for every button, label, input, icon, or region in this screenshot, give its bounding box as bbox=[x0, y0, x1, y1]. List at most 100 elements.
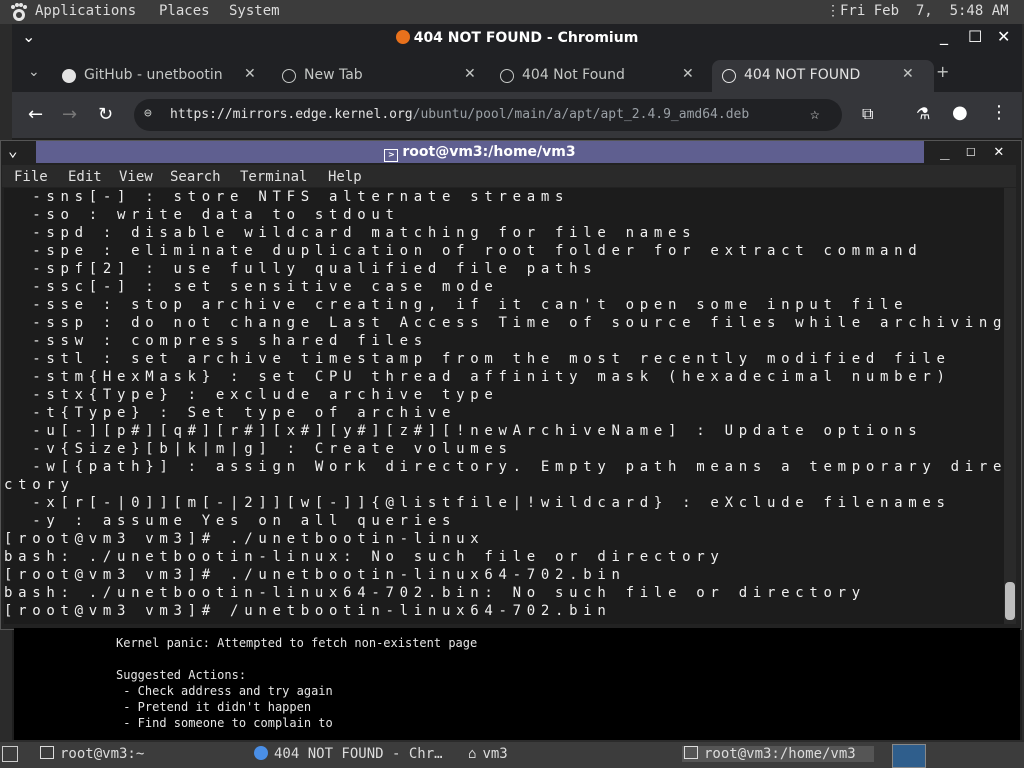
suggested-action: - Check address and try again bbox=[116, 684, 333, 698]
suggested-actions-title: Suggested Actions: bbox=[116, 668, 247, 682]
gnome-foot-icon[interactable] bbox=[8, 2, 28, 22]
url-path: /ubuntu/pool/main/a/apt/apt_2.4.9_amd64.… bbox=[412, 107, 750, 122]
taskbar-item-terminal-root[interactable]: root@vm3:~ bbox=[40, 746, 144, 762]
tab-new-tab[interactable]: New Tab ✕ bbox=[270, 60, 480, 92]
bottom-taskbar: root@vm3:~ 404 NOT FOUND - Chr… ⌂ vm3 roo… bbox=[0, 742, 1024, 768]
terminal-scrollbar-thumb[interactable] bbox=[1005, 582, 1015, 620]
home-folder-icon: ⌂ bbox=[468, 746, 477, 762]
tab-close-icon[interactable]: ✕ bbox=[682, 66, 694, 82]
suggested-action: - Find someone to complain to bbox=[116, 716, 333, 730]
terminal-output[interactable]: -sns[-] : store NTFS alternate streams -… bbox=[4, 188, 1004, 624]
terminal-line: -u[-][p#][q#][r#][x#][y#][z#][!newArchiv… bbox=[4, 423, 923, 439]
globe-icon bbox=[282, 69, 296, 83]
maximize-button[interactable]: ☐ bbox=[968, 27, 982, 46]
show-desktop-icon[interactable] bbox=[2, 746, 18, 762]
terminal-line: -stl : set archive timestamp from the mo… bbox=[4, 351, 951, 367]
taskbar-item-files-vm3[interactable]: ⌂ vm3 bbox=[468, 746, 508, 762]
panel-handle-icon: ⋮ bbox=[826, 3, 840, 19]
terminal-line: -stm{HexMask} : set CPU thread affinity … bbox=[4, 369, 951, 385]
terminal-line: [root@vm3 vm3]# ./unetbootin-linux64-702… bbox=[4, 567, 626, 583]
menu-system[interactable]: System bbox=[229, 3, 280, 19]
terminal-menubar: File Edit View Search Terminal Help bbox=[2, 165, 1016, 187]
terminal-line: -ssp : do not change Last Access Time of… bbox=[4, 315, 1004, 331]
terminal-menu-edit[interactable]: Edit bbox=[68, 169, 102, 185]
tab-404-not-found-active[interactable]: 404 NOT FOUND ✕ bbox=[712, 60, 934, 92]
tab-label: 404 NOT FOUND bbox=[744, 67, 861, 83]
new-tab-plus-icon[interactable]: + bbox=[936, 62, 949, 81]
terminal-menu-search[interactable]: Search bbox=[170, 169, 221, 185]
panic-message: Kernel panic: Attempted to fetch non-exi… bbox=[116, 636, 478, 650]
menu-kebab-icon[interactable]: ⋮ bbox=[990, 102, 1008, 123]
terminal-line: -sse : stop archive creating, if it can'… bbox=[4, 297, 909, 313]
menu-places[interactable]: Places bbox=[159, 3, 210, 19]
address-bar[interactable]: ⊜ https://mirrors.edge.kernel.org/ubuntu… bbox=[134, 99, 842, 131]
terminal-app-icon bbox=[40, 746, 54, 759]
terminal-line: -so : write data to stdout bbox=[4, 207, 400, 223]
tab-label: New Tab bbox=[304, 67, 363, 83]
terminal-line: -ssw : compress shared files bbox=[4, 333, 428, 349]
terminal-line: -v{Size}[b|k|m|g] : Create volumes bbox=[4, 441, 513, 457]
taskbar-label: 404 NOT FOUND - Chr… bbox=[274, 746, 443, 762]
bookmark-star-icon[interactable]: ☆ bbox=[810, 104, 820, 123]
terminal-line: -stx{Type} : exclude archive type bbox=[4, 387, 499, 403]
url-text: https://mirrors.edge.kernel.org/ubuntu/p… bbox=[170, 107, 749, 122]
terminal-menu-view[interactable]: View bbox=[119, 169, 153, 185]
page-content: Kernel panic: Attempted to fetch non-exi… bbox=[14, 628, 1020, 740]
taskbar-label: root@vm3:/home/vm3 bbox=[704, 746, 856, 762]
terminal-app-icon: > bbox=[384, 149, 399, 162]
terminal-line: [root@vm3 vm3]# /unetbootin-linux64-702.… bbox=[4, 603, 612, 619]
tab-label: GitHub - unetbootin bbox=[84, 67, 223, 83]
tab-search-chevron-icon[interactable]: ⌄ bbox=[28, 64, 40, 80]
terminal-line: -ssc[-] : set sensitive case mode bbox=[4, 279, 499, 295]
forward-arrow-icon[interactable]: → bbox=[62, 104, 77, 125]
globe-icon bbox=[722, 69, 736, 83]
terminal-menu-file[interactable]: File bbox=[14, 169, 48, 185]
taskbar-label: root@vm3:~ bbox=[60, 746, 145, 762]
chromium-logo-icon bbox=[395, 30, 410, 44]
close-button[interactable]: ✕ bbox=[997, 27, 1010, 46]
profile-icon[interactable]: ● bbox=[952, 102, 968, 123]
terminal-menu-help[interactable]: Help bbox=[328, 169, 362, 185]
minimize-button[interactable]: _ bbox=[940, 26, 948, 45]
terminal-line: -spf[2] : use fully qualified file paths bbox=[4, 261, 598, 277]
clock[interactable]: Fri Feb 7, 5:48 AM bbox=[840, 3, 1009, 19]
terminal-line: bash: ./unetbootin-linux64-702.bin: No s… bbox=[4, 585, 866, 601]
url-host: https://mirrors.edge.kernel.org bbox=[170, 107, 413, 122]
site-info-icon[interactable]: ⊜ bbox=[144, 106, 152, 121]
menu-applications[interactable]: Applications bbox=[35, 3, 136, 19]
terminal-line: [root@vm3 vm3]# ./unetbootin-linux bbox=[4, 531, 485, 547]
labs-flask-icon[interactable]: ⚗ bbox=[916, 104, 930, 123]
reload-icon[interactable]: ↻ bbox=[98, 104, 113, 125]
terminal-line: -sns[-] : store NTFS alternate streams bbox=[4, 189, 570, 205]
globe-icon bbox=[500, 69, 514, 83]
terminal-title-text: root@vm3:/home/vm3 bbox=[402, 144, 576, 160]
github-icon bbox=[62, 69, 76, 83]
taskbar-item-terminal-vm3[interactable]: root@vm3:/home/vm3 bbox=[682, 746, 874, 762]
tab-404-not-found[interactable]: 404 Not Found ✕ bbox=[488, 60, 698, 92]
terminal-maximize-button[interactable]: ☐ bbox=[966, 141, 976, 160]
window-title-text: 404 NOT FOUND - Chromium bbox=[413, 30, 639, 46]
chromium-icon bbox=[254, 746, 268, 760]
taskbar-item-chromium[interactable]: 404 NOT FOUND - Chr… bbox=[254, 746, 443, 762]
tab-close-icon[interactable]: ✕ bbox=[464, 66, 476, 82]
terminal-titlebar[interactable]: > root@vm3:/home/vm3 bbox=[36, 141, 924, 163]
chromium-titlebar[interactable]: ⌄ 404 NOT FOUND - Chromium _ ☐ ✕ bbox=[12, 24, 1022, 54]
tab-close-icon[interactable]: ✕ bbox=[902, 66, 914, 82]
terminal-line: ctory bbox=[4, 477, 75, 493]
terminal-close-button[interactable]: ✕ bbox=[994, 141, 1004, 160]
top-panel: Applications Places System ⋮ Fri Feb 7, … bbox=[0, 0, 1024, 24]
taskbar-label: vm3 bbox=[482, 746, 508, 762]
tab-close-icon[interactable]: ✕ bbox=[244, 66, 256, 82]
terminal-line: -spe : eliminate duplication of root fol… bbox=[4, 243, 923, 259]
extensions-icon[interactable]: ⧉ bbox=[862, 104, 873, 124]
terminal-window-menu-chevron-icon[interactable]: ⌄ bbox=[8, 141, 18, 160]
terminal-line: -y : assume Yes on all queries bbox=[4, 513, 457, 529]
workspace-switcher[interactable] bbox=[892, 744, 926, 768]
tab-github[interactable]: GitHub - unetbootin ✕ bbox=[50, 60, 260, 92]
terminal-menu-terminal[interactable]: Terminal bbox=[240, 169, 307, 185]
back-arrow-icon[interactable]: ← bbox=[28, 104, 43, 125]
terminal-line: -t{Type} : Set type of archive bbox=[4, 405, 457, 421]
terminal-minimize-button[interactable]: _ bbox=[940, 141, 950, 160]
terminal-scrollbar[interactable] bbox=[1004, 188, 1016, 624]
window-title: 404 NOT FOUND - Chromium bbox=[12, 30, 1022, 46]
